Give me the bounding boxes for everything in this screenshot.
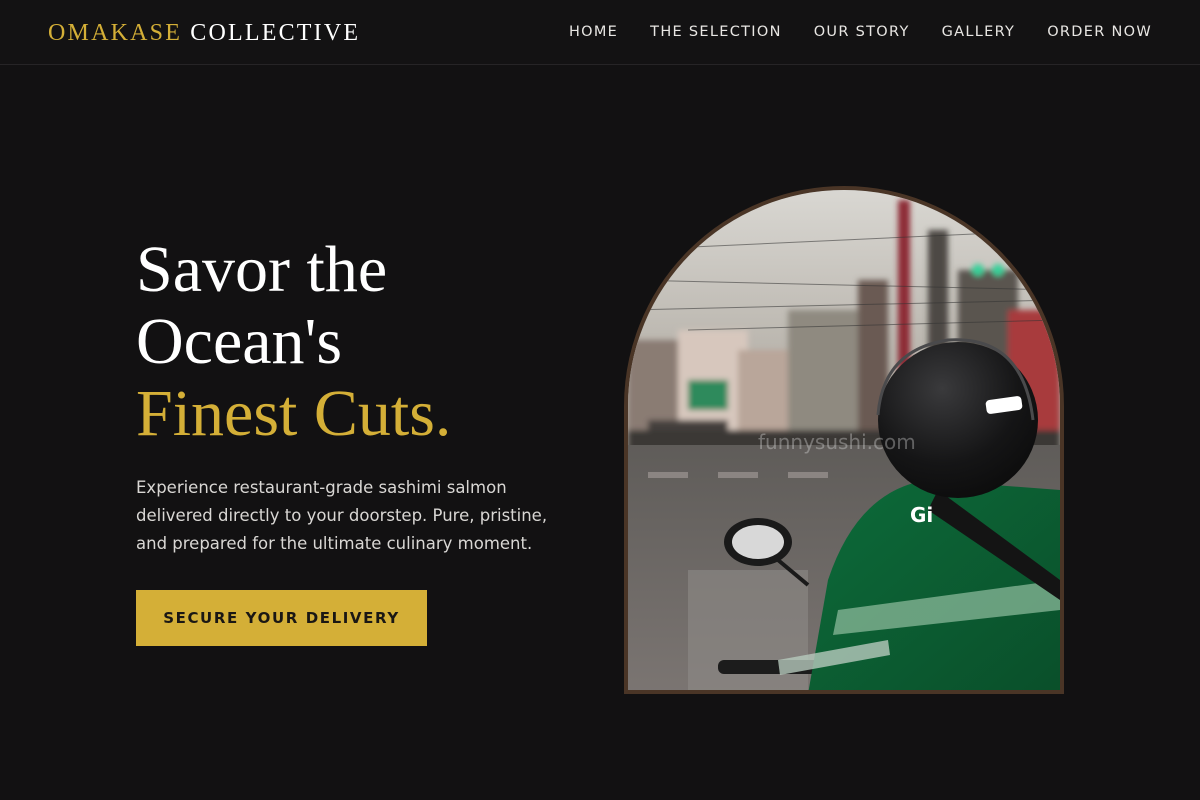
brand-name-primary: OMAKASE xyxy=(48,20,183,46)
nav-home[interactable]: HOME xyxy=(569,23,618,41)
hero-title: Savor the Ocean's Finest Cuts. xyxy=(136,234,596,450)
brand-name-secondary: COLLECTIVE xyxy=(190,20,361,46)
nav-our-story[interactable]: OUR STORY xyxy=(814,23,910,41)
nav-gallery[interactable]: GALLERY xyxy=(942,23,1016,41)
site-header: OMAKASE COLLECTIVE HOME THE SELECTION OU… xyxy=(0,0,1200,65)
hero-title-accent: Finest Cuts. xyxy=(136,377,452,450)
jacket-logo-text: Gi xyxy=(910,503,933,527)
image-watermark: funnysushi.com xyxy=(758,430,916,454)
main-nav: HOME THE SELECTION OUR STORY GALLERY ORD… xyxy=(569,23,1152,41)
hero-title-line-1: Savor the xyxy=(136,233,388,306)
nav-the-selection[interactable]: THE SELECTION xyxy=(650,23,782,41)
hero-title-line-2: Ocean's xyxy=(136,305,343,378)
nav-order-now[interactable]: ORDER NOW xyxy=(1047,23,1152,41)
hero-description: Experience restaurant-grade sashimi salm… xyxy=(136,478,548,553)
secure-delivery-button[interactable]: SECURE YOUR DELIVERY xyxy=(136,590,427,646)
brand-logo[interactable]: OMAKASE COLLECTIVE xyxy=(48,19,360,47)
